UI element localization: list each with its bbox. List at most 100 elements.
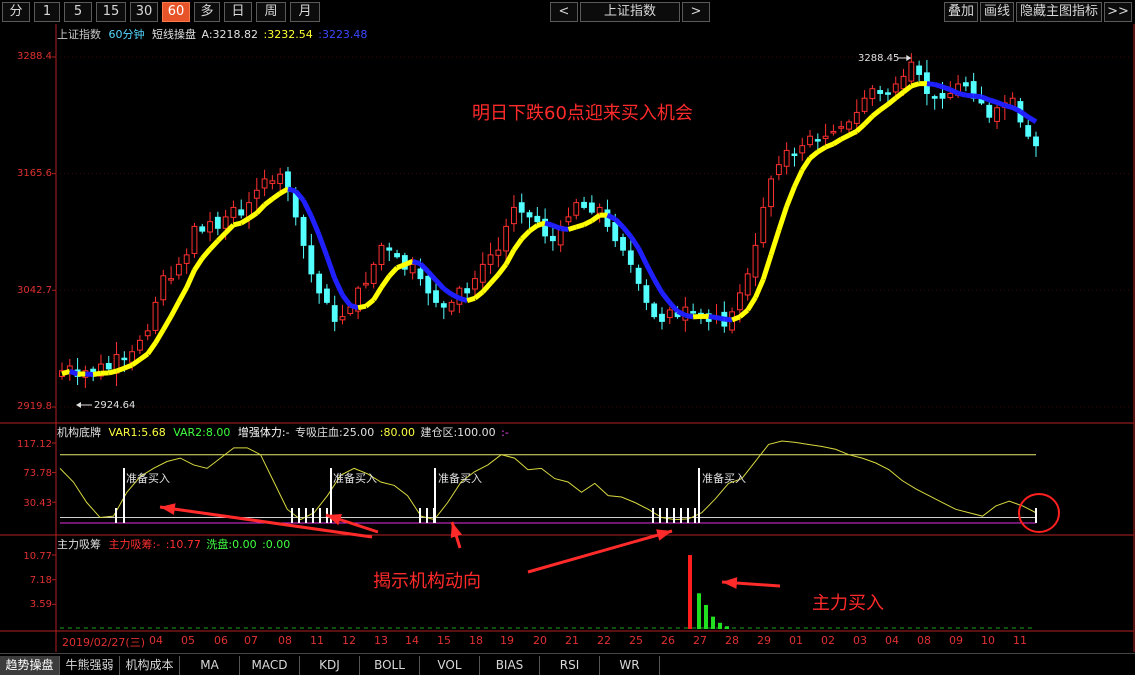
candle-body-68 [588, 202, 595, 213]
period-tab-9[interactable]: 月 [290, 2, 320, 22]
x-tick-label-0: 2019/02/27(三) [62, 636, 145, 649]
trend-seg-39 [357, 303, 367, 311]
candle-body-39 [362, 282, 369, 286]
arrow-reveal-1-shaft [159, 505, 373, 539]
prev-button[interactable]: < [550, 2, 578, 22]
period-tab-8[interactable]: 周 [256, 2, 286, 22]
annotation-arrows [76, 55, 912, 589]
trend-seg-37 [340, 293, 353, 307]
period-tab-5[interactable]: 60 [162, 2, 190, 22]
x-tick-label-17: 26 [661, 634, 675, 647]
indicator-name: 短线操盘 [152, 28, 196, 41]
bottom-tab-6[interactable]: BOLL [360, 656, 420, 675]
toolbar-right-button-3[interactable]: >> [1104, 2, 1132, 22]
y-tick-low-2: 3.59 [29, 599, 52, 610]
bottom-tab-2[interactable]: 机构成本 [120, 656, 180, 675]
trend-seg-24 [239, 216, 251, 226]
candle-body-59 [518, 202, 525, 213]
trend-seg-63 [544, 220, 554, 228]
trend-seg-117 [965, 92, 974, 99]
x-tick-label-16: 25 [629, 634, 643, 647]
candle-body-87 [736, 292, 743, 311]
y-tick-main-0: 3288.4 [17, 51, 52, 62]
trend-seg-108 [894, 90, 906, 101]
trend-seg-84 [708, 313, 717, 321]
y-tick-main-1: 3165.6 [17, 168, 52, 179]
candle-body-60 [526, 212, 533, 218]
period-label: 60分钟 [108, 28, 145, 41]
period-tab-1[interactable]: 1 [34, 2, 60, 22]
period-tab-4[interactable]: 30 [130, 2, 158, 22]
trend-seg-105 [870, 107, 882, 119]
bottom-tab-3[interactable]: MA [180, 656, 240, 675]
bottom-tab-7[interactable]: VOL [420, 656, 480, 675]
period-tab-7[interactable]: 日 [224, 2, 252, 22]
bottom-tab-1[interactable]: 牛熊强弱 [60, 656, 120, 675]
toolbar-right-button-1[interactable]: 画线 [980, 2, 1014, 22]
period-tab-6[interactable]: 多 [194, 2, 220, 22]
trend-seg-59 [511, 237, 524, 252]
signal-label-3: 准备买入 [438, 472, 482, 485]
candle-body-58 [511, 206, 517, 225]
bottom-tab-8[interactable]: BIAS [480, 656, 540, 675]
trend-seg-66 [567, 224, 578, 232]
toolbar-right-button-0[interactable]: 叠加 [944, 2, 978, 22]
trend-seg-88 [738, 308, 750, 319]
trend-seg-23 [232, 220, 242, 228]
bottom-tab-4[interactable]: MACD [240, 656, 300, 675]
period-tab-3[interactable]: 15 [96, 2, 126, 22]
trend-seg-67 [575, 222, 585, 230]
mid-panel-header: 机构底牌 VAR1:5.68 VAR2:8.00 增强体力:- 专吸庄血:25.… [57, 426, 509, 440]
period-tab-2[interactable]: 5 [64, 2, 92, 22]
trend-seg-119 [980, 94, 991, 103]
candle-body-8 [121, 357, 128, 361]
candle-body-110 [916, 65, 923, 75]
candle-body-48 [433, 290, 439, 303]
zqtl-value: 增强体力:- [237, 426, 290, 439]
x-tick-label-28: 11 [1013, 634, 1027, 647]
candle-body-43 [394, 253, 400, 258]
bottom-tab-5[interactable]: KDJ [300, 656, 360, 675]
arrow-reveal-3-head [450, 522, 463, 538]
candle-body-71 [612, 222, 619, 242]
trend-seg-114 [941, 84, 952, 93]
low-panel-header: 主力吸筹 主力吸筹:- :10.77 洗盘:0.00 :0.00 [57, 538, 290, 552]
bottom-tab-10[interactable]: WR [600, 656, 660, 675]
trend-seg-5 [92, 370, 102, 377]
trend-seg-106 [878, 102, 890, 112]
x-tick-label-24: 04 [885, 634, 899, 647]
bottom-tab-9[interactable]: RSI [540, 656, 600, 675]
headline-annotation: 明日下跌60点迎来买入机会 [472, 103, 693, 124]
x-tick-label-19: 28 [725, 634, 739, 647]
trend-seg-85 [716, 315, 725, 322]
trend-seg-68 [582, 218, 593, 227]
candle-body-34 [324, 288, 330, 303]
candle-body-29 [285, 171, 291, 189]
candle-body-26 [261, 178, 268, 189]
candle-body-99 [830, 130, 837, 134]
trend-seg-55 [480, 281, 493, 294]
arrow-reveal-4-shaft [527, 529, 673, 574]
trend-seg-46 [411, 258, 422, 267]
zxzx-value: 专吸庄血:25.00 [295, 426, 375, 439]
y-tick-mid-1: 73.78 [23, 468, 52, 479]
candle-body-55 [487, 254, 494, 265]
next-button[interactable]: > [682, 2, 710, 22]
y-tick-main-2: 3042.7 [17, 285, 52, 296]
mid-name: 机构底牌 [57, 426, 101, 439]
candle-body-41 [378, 244, 385, 265]
trend-seg-77 [652, 277, 665, 294]
trend-seg-53 [466, 295, 476, 304]
bottom-tab-0[interactable]: 趋势操盘 [0, 656, 60, 675]
trend-seg-13 [153, 328, 166, 345]
trend-seg-113 [933, 82, 944, 90]
candle-body-101 [846, 121, 852, 130]
trend-seg-8 [115, 365, 126, 374]
toolbar-right-button-2[interactable]: 隐藏主图指标 [1016, 2, 1102, 22]
candle-body-102 [853, 111, 860, 124]
trend-seg-115 [949, 87, 960, 96]
index-name-button[interactable]: 上证指数 [580, 2, 680, 22]
main-panel-header: 上证指数 60分钟 短线操盘 A:3218.82 :3232.54 :3223.… [57, 28, 367, 42]
candle-body-21 [222, 216, 229, 229]
period-tab-0[interactable]: 分 [2, 2, 30, 22]
